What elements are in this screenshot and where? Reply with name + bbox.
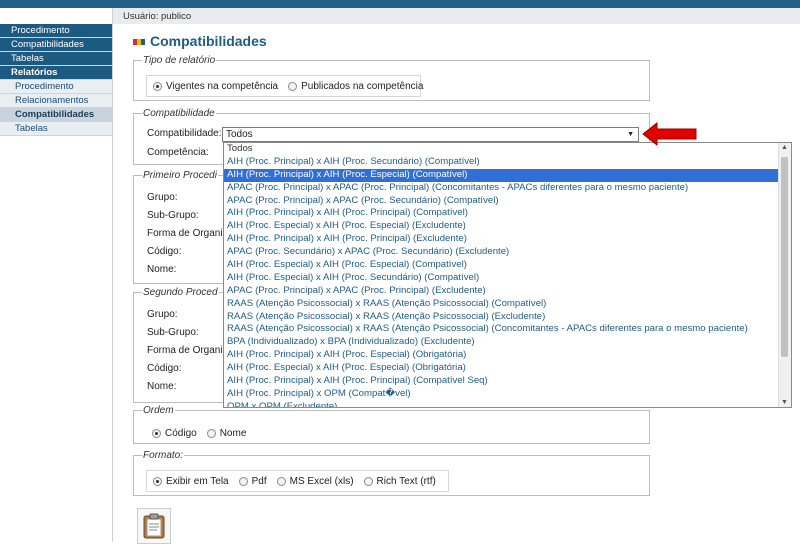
radio-label: Pdf	[251, 475, 267, 487]
segundo-forma-label: Forma de Organiz	[147, 345, 228, 356]
primeiro-codigo-label: Código:	[147, 246, 182, 257]
radio-label: MS Excel (xls)	[289, 475, 354, 487]
tipo-relatorio-legend: Tipo de relatório	[143, 55, 216, 66]
radio-codigo[interactable]: Código	[152, 428, 197, 439]
user-label: Usuário: publico	[123, 11, 192, 22]
scroll-up-icon[interactable]: ▲	[781, 144, 788, 151]
dropdown-scrollbar[interactable]: ▲ ▼	[778, 143, 791, 407]
radio-vigentes[interactable]: Vigentes na competência	[153, 81, 278, 92]
sidebar-item-tabelas-sub[interactable]: Tabelas	[0, 122, 112, 136]
sidebar-nav: Procedimento Compatibilidades Tabelas Relat…	[0, 24, 112, 136]
dropdown-option[interactable]: AIH (Proc. Especial) x AIH (Proc. Secund…	[224, 272, 791, 285]
radio-publicados[interactable]: Publicados na competência	[288, 81, 423, 92]
segundo-codigo-label: Código:	[147, 363, 182, 374]
radio-label: Vigentes na competência	[166, 80, 279, 92]
primeiro-legend: Primeiro Procedi	[143, 170, 217, 181]
dropdown-option[interactable]: AIH (Proc. Especial) x AIH (Proc. Especi…	[224, 259, 791, 272]
dropdown-option[interactable]: AIH (Proc. Principal) x AIH (Proc. Princ…	[224, 233, 791, 246]
sidebar-item-procedimento-sub[interactable]: Procedimento	[0, 80, 112, 94]
tipo-relatorio-radio-group: Vigentes na competência Publicados na co…	[146, 75, 423, 97]
radio-icon[interactable]	[276, 476, 286, 486]
clipboard-icon[interactable]	[143, 513, 165, 539]
sidebar-item-relacionamentos-sub[interactable]: Relacionamentos	[0, 94, 112, 108]
radio-pdf[interactable]: Pdf	[238, 475, 267, 487]
dropdown-option[interactable]: AIH (Proc. Principal) x AIH (Proc. Espec…	[224, 168, 791, 182]
dropdown-option[interactable]: AIH (Proc. Especial) x AIH (Proc. Especi…	[224, 220, 791, 233]
radio-icon[interactable]	[288, 81, 298, 91]
sidebar-item-tabelas[interactable]: Tabelas	[0, 52, 112, 66]
dropdown-option[interactable]: APAC (Proc. Principal) x APAC (Proc. Sec…	[224, 195, 791, 208]
radio-label: Código	[165, 427, 197, 439]
sidebar-item-compatibilidades[interactable]: Compatibilidades	[0, 38, 112, 52]
chevron-down-icon[interactable]: ▼	[627, 128, 634, 141]
title-bullet-icon	[133, 39, 145, 46]
primeiro-subgrupo-label: Sub-Grupo:	[147, 210, 199, 221]
formato-legend: Formato:	[143, 450, 184, 461]
dropdown-option[interactable]: AIH (Proc. Principal) x AIH (Proc. Secun…	[224, 156, 791, 169]
radio-icon[interactable]	[153, 81, 162, 91]
primeiro-nome-label: Nome:	[147, 264, 177, 275]
dropdown-option[interactable]: RAAS (Atenção Psicossocial) x RAAS (Aten…	[224, 298, 791, 311]
radio-label: Rich Text (rtf)	[376, 475, 436, 487]
generate-report-button[interactable]	[137, 508, 171, 544]
dropdown-option[interactable]: BPA (Individualizado) x BPA (Individuali…	[224, 336, 791, 349]
dropdown-option[interactable]: Todos	[224, 143, 791, 156]
dropdown-option[interactable]: AIH (Proc. Principal) x AIH (Proc. Princ…	[224, 375, 791, 388]
dropdown-options: Todos AIH (Proc. Principal) x AIH (Proc. …	[224, 143, 791, 407]
radio-icon[interactable]	[363, 476, 373, 486]
sidebar-item-compatibilidades-sub[interactable]: Compatibilidades	[0, 108, 112, 122]
primeiro-grupo-label: Grupo:	[147, 192, 178, 203]
dropdown-option[interactable]: APAC (Proc. Secundário) x APAC (Proc. Se…	[224, 246, 791, 259]
page-title: Compatibilidades	[133, 33, 267, 49]
ordem-legend: Ordem	[143, 405, 174, 416]
red-arrow-icon	[642, 122, 697, 146]
top-bar	[0, 0, 800, 8]
user-bar: Usuário: publico	[113, 8, 800, 24]
dropdown-option[interactable]: RAAS (Atenção Psicossocial) x RAAS (Aten…	[224, 323, 791, 336]
radio-label: Publicados na competência	[301, 80, 424, 92]
radio-icon[interactable]	[153, 476, 162, 486]
primeiro-forma-label: Forma de Organiz	[147, 228, 228, 239]
radio-xls[interactable]: MS Excel (xls)	[276, 475, 354, 487]
select-value: Todos	[226, 129, 253, 140]
segundo-nome-label: Nome:	[147, 381, 177, 392]
dropdown-option[interactable]: APAC (Proc. Principal) x APAC (Proc. Pri…	[224, 182, 791, 195]
segundo-grupo-label: Grupo:	[147, 309, 178, 320]
radio-label: Exibir em Tela	[166, 475, 229, 487]
compatibilidade-dropdown-list[interactable]: Todos AIH (Proc. Principal) x AIH (Proc. …	[223, 142, 792, 408]
scroll-down-icon[interactable]: ▼	[781, 399, 788, 406]
radio-exibir-tela[interactable]: Exibir em Tela	[153, 476, 229, 487]
sidebar-item-relat-rios[interactable]: Relatórios	[0, 66, 112, 80]
main-content: Compatibilidades Tipo de relatório Vigen…	[113, 24, 800, 544]
dropdown-option[interactable]: AIH (Proc. Principal) x AIH (Proc. Espec…	[224, 349, 791, 362]
sidebar-item-procedimento[interactable]: Procedimento	[0, 24, 112, 38]
dropdown-option[interactable]: APAC (Proc. Principal) x APAC (Proc. Pri…	[224, 285, 791, 298]
dropdown-option[interactable]: AIH (Proc. Principal) x AIH (Proc. Princ…	[224, 207, 791, 220]
page-title-text: Compatibilidades	[150, 33, 267, 49]
radio-icon[interactable]	[206, 428, 216, 438]
dropdown-option[interactable]: AIH (Proc. Principal) x OPM (Compat�vel)	[224, 388, 791, 401]
radio-nome[interactable]: Nome	[206, 427, 247, 439]
formato-radio-group: Exibir em Tela Pdf MS Excel (xls) Rich T…	[146, 470, 449, 492]
competencia-label: Competência:	[147, 147, 209, 158]
segundo-legend: Segundo Proced	[143, 287, 218, 298]
dropdown-option[interactable]: AIH (Proc. Especial) x AIH (Proc. Especi…	[224, 362, 791, 375]
compatibilidade-label: Compatibilidade:	[147, 128, 222, 139]
compatibilidade-legend: Compatibilidade	[143, 108, 215, 119]
ordem-radio-group: Código Nome	[146, 422, 252, 444]
radio-label: Nome	[219, 427, 247, 439]
scroll-thumb[interactable]	[781, 157, 788, 357]
segundo-subgrupo-label: Sub-Grupo:	[147, 327, 199, 338]
radio-icon[interactable]	[152, 428, 161, 438]
radio-rtf[interactable]: Rich Text (rtf)	[363, 475, 436, 487]
compatibilidade-select[interactable]: Todos ▼	[222, 127, 639, 142]
dropdown-option[interactable]: RAAS (Atenção Psicossocial) x RAAS (Aten…	[224, 311, 791, 324]
dropdown-option[interactable]: OPM x OPM (Excludente)	[224, 401, 791, 407]
radio-icon[interactable]	[238, 476, 248, 486]
